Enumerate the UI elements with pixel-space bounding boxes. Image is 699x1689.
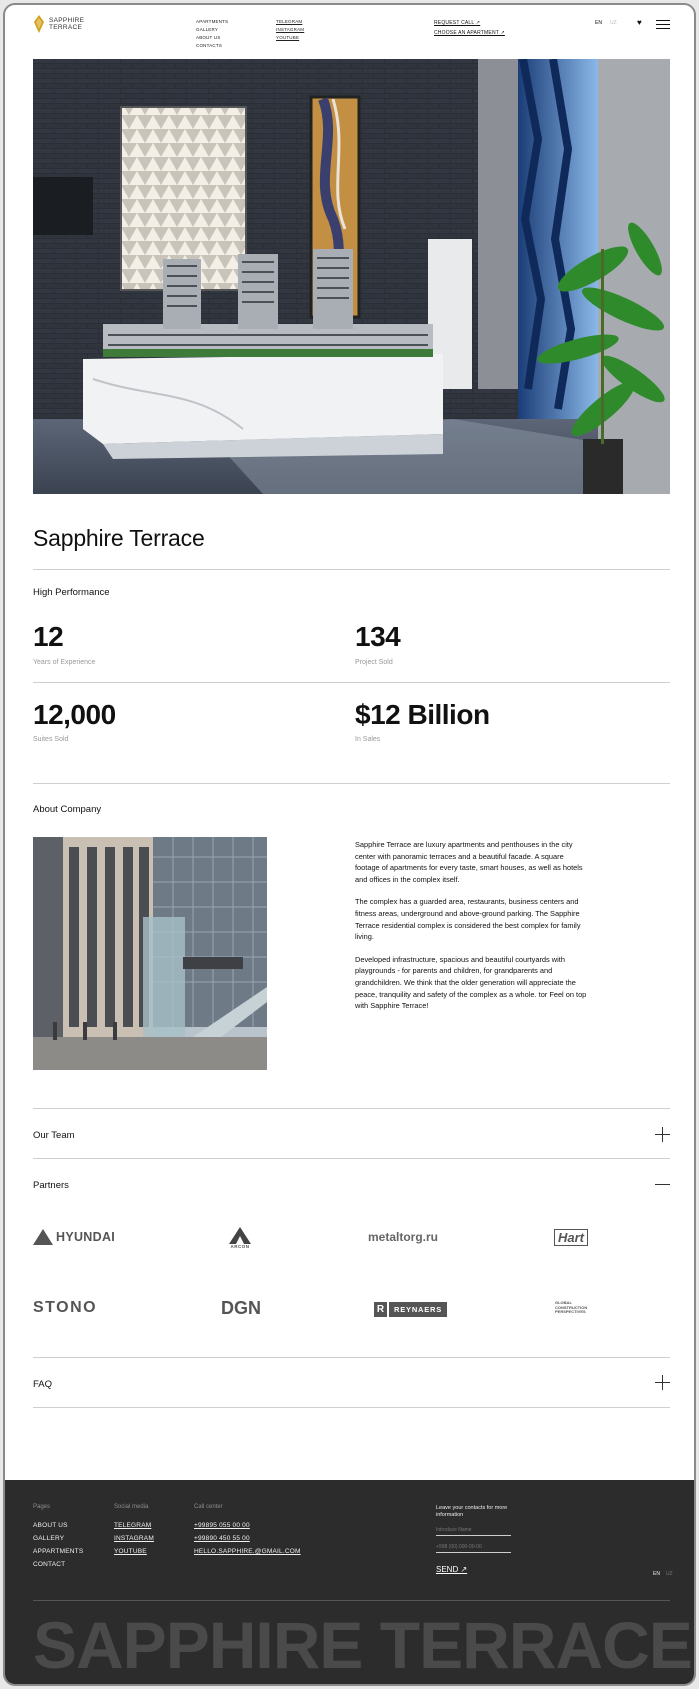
lang-uz[interactable]: UZ [610,20,617,26]
reynaers-r-icon: R [374,1302,387,1317]
page-frame: SAPPHIRE TERRACE APARTMENTS GALLERY ABOU… [3,3,696,1686]
about-label: About Company [33,804,102,815]
nav-about-us[interactable]: ABOUT US [196,35,228,40]
partner-logo-hart: Hart [554,1229,589,1246]
logo-line-1: SAPPHIRE [49,17,85,24]
partner-logo-metaltorg: metaltorg.ru [368,1230,439,1244]
accordion-partners-title[interactable]: Partners [33,1180,69,1191]
nav-instagram[interactable]: INSTAGRAM [276,27,304,32]
name-field[interactable]: Introduce Name [436,1525,511,1536]
stat-label: Years of Experience [33,659,96,666]
nav-pages: APARTMENTS GALLERY ABOUT US CONTACTS [196,19,228,48]
footer-link-about[interactable]: ABOUT US [33,1522,83,1529]
performance-label: High Performance [33,587,110,598]
footer-email[interactable]: HELLO.SAPPHIRE.@GMAIL.COM [194,1548,301,1555]
collapse-minus-icon[interactable] [655,1184,670,1185]
footer-divider [33,1600,670,1601]
divider [33,682,670,683]
footer-language-switcher: EN UZ [653,1571,673,1577]
language-switcher: EN UZ [595,20,617,26]
partner-logo-stono: STONO [33,1299,98,1316]
header: SAPPHIRE TERRACE APARTMENTS GALLERY ABOU… [5,5,694,55]
about-paragraph: Developed infrastructure, spacious and b… [355,954,587,1011]
footer-link-instagram[interactable]: INSTAGRAM [114,1535,154,1542]
divider [33,1357,670,1358]
accordion-faq-title[interactable]: FAQ [33,1379,52,1390]
favorites-heart-icon[interactable]: ♥ [637,18,642,27]
partner-logo-reynaers: R REYNAERS [374,1302,448,1317]
stat-value: 12,000 [33,699,116,730]
nav-apartments[interactable]: APARTMENTS [196,19,228,24]
about-paragraph: The complex has a guarded area, restaura… [355,897,581,942]
nav-contacts[interactable]: CONTACTS [196,43,228,48]
contact-form: Leave your contacts for more information… [436,1505,511,1577]
footer-link-contact[interactable]: CONTACT [33,1561,83,1568]
divider [33,1108,670,1109]
partner-logo-arcon: ARCON [229,1227,251,1249]
footer-link-youtube[interactable]: YOUTUBE [114,1548,154,1555]
menu-burger-icon[interactable] [656,20,670,32]
expand-plus-icon[interactable] [655,1127,670,1142]
stat-label: Suites Sold [33,736,69,743]
about-paragraph: Sapphire Terrace are luxury apartments a… [355,840,583,884]
footer-call-heading: Call center [194,1504,223,1510]
building-photo [33,837,267,1070]
stat-value: 134 [355,621,401,652]
header-cta: REQUEST CALL ↗ CHOOSE AN APARTMENT ↗ [434,20,505,36]
nav-youtube[interactable]: YOUTUBE [276,35,304,40]
logo[interactable]: SAPPHIRE TERRACE [33,15,84,33]
expand-plus-icon[interactable] [655,1375,670,1390]
hyundai-triangle-icon [33,1229,53,1245]
divider [33,1407,670,1408]
footer-call-center: Call center +99895 055 00 00 +99890 450 … [194,1504,301,1555]
footer-social: Social media TELEGRAM INSTAGRAM YOUTUBE [114,1504,154,1555]
footer-lang-en[interactable]: EN [653,1571,660,1577]
stat-value: 12 [33,621,64,652]
footer-pages: Pages ABOUT US GALLERY APPARTMENTS CONTA… [33,1504,83,1568]
partner-logo-hyundai: HYUNDAI [33,1229,115,1245]
footer-brand-wordmark: SAPPHIRE TERRACE [33,1608,693,1682]
footer-link-telegram[interactable]: TELEGRAM [114,1522,154,1529]
partner-logo-gcp: GLOBAL CONSTRUCTION PERSPECTIVES [555,1300,588,1314]
lang-en[interactable]: EN [595,20,602,26]
logo-icon [34,15,44,33]
nav-telegram[interactable]: TELEGRAM [276,19,304,24]
request-call-link[interactable]: REQUEST CALL ↗ [434,20,505,26]
nav-social: TELEGRAM INSTAGRAM YOUTUBE [276,19,304,40]
partner-logo-dgn: DGN [221,1298,261,1318]
divider [33,1158,670,1159]
stat-label: In Sales [355,736,381,743]
arcon-mark-icon [229,1227,251,1244]
page-title: Sapphire Terrace [33,525,205,551]
send-button[interactable]: SEND ↗ [436,1565,467,1574]
footer-link-gallery[interactable]: GALLERY [33,1535,83,1542]
hero-image [33,59,670,494]
phone-field[interactable]: +998 (00) 000-00-00 [436,1542,511,1553]
footer-phone-1[interactable]: +99895 055 00 00 [194,1522,301,1529]
footer: Pages ABOUT US GALLERY APPARTMENTS CONTA… [5,1480,694,1684]
footer-phone-2[interactable]: +99890 450 55 00 [194,1535,301,1542]
stat-label: Project Sold [355,659,393,666]
choose-apartment-link[interactable]: CHOOSE AN APARTMENT ↗ [434,30,505,36]
footer-link-appartments[interactable]: APPARTMENTS [33,1548,83,1555]
divider [33,783,670,784]
footer-lang-uz[interactable]: UZ [666,1571,673,1577]
footer-social-heading: Social media [114,1504,149,1510]
showroom-illustration [33,59,670,494]
form-lead-text: Leave your contacts for more information [436,1505,508,1518]
footer-pages-heading: Pages [33,1504,51,1510]
about-text: Sapphire Terrace are luxury apartments a… [355,839,590,1023]
logo-line-2: TERRACE [49,24,83,31]
nav-gallery[interactable]: GALLERY [196,27,228,32]
accordion-team-title[interactable]: Our Team [33,1130,75,1141]
divider [33,569,670,570]
stat-value: $12 Billion [355,699,490,730]
